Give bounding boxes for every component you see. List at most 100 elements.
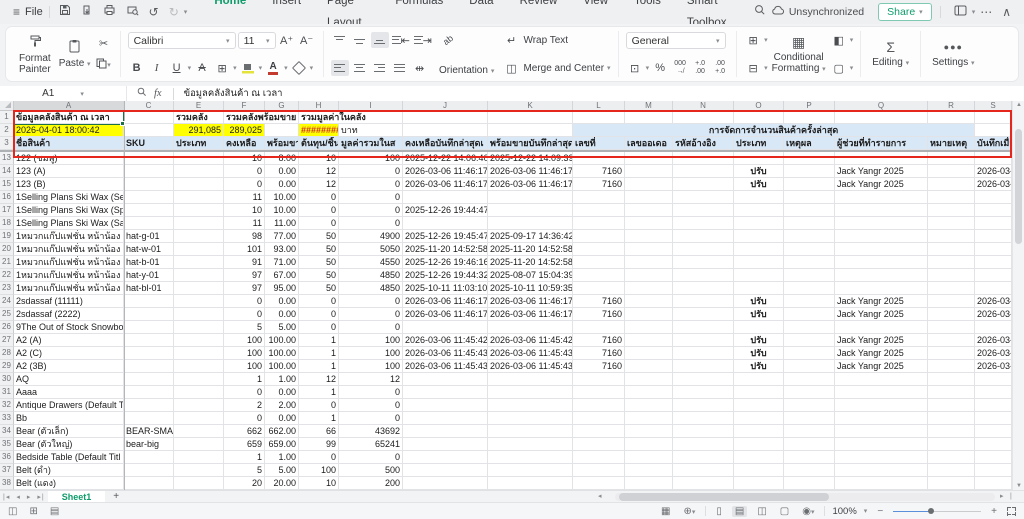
cell-qty-available[interactable]: 659.00 (265, 438, 299, 451)
cell-reference-code[interactable] (673, 178, 734, 191)
cell-assistant[interactable]: Jack Yangr 2025 (835, 295, 928, 308)
cell-qty-last-saved[interactable] (403, 399, 488, 412)
cell-product-name[interactable]: Belt (แดง) (14, 477, 124, 490)
cell-qty-on-hand[interactable]: 91 (224, 256, 265, 269)
layout-panel-icon[interactable] (954, 0, 967, 24)
row-header-33[interactable]: 33 (0, 412, 14, 425)
cell-available-last-saved[interactable]: 2025-11-20 14:52:58 (488, 243, 573, 256)
cell-reference-code[interactable] (673, 477, 734, 490)
cell-field-header[interactable]: บันทึกเมื่อ (975, 137, 1012, 150)
cell-qty-on-hand[interactable]: 0 (224, 295, 265, 308)
cell-qty-available[interactable]: 662.00 (265, 425, 299, 438)
cell-order-number[interactable] (625, 451, 673, 464)
align-middle-icon[interactable] (351, 32, 369, 48)
cell-qty-on-hand[interactable]: 659 (224, 438, 265, 451)
cell-available-last-saved[interactable] (488, 438, 573, 451)
cell-assistant[interactable] (835, 399, 928, 412)
cell-category[interactable] (174, 451, 224, 464)
cell-total-value-overflow[interactable]: ########## (299, 124, 339, 137)
cell-reason[interactable] (784, 386, 835, 399)
cell-category[interactable] (174, 334, 224, 347)
align-left-icon[interactable] (331, 60, 349, 76)
table-style-dropdown-icon[interactable]: ▾ (850, 36, 854, 44)
row-header-18[interactable]: 18 (0, 217, 14, 230)
cell-qty-last-saved[interactable] (403, 321, 488, 334)
cell[interactable] (573, 111, 625, 124)
cell-field-header[interactable]: หมายเหตุ (928, 137, 975, 150)
cell-reference-code[interactable] (673, 438, 734, 451)
cell-reason[interactable] (784, 347, 835, 360)
settings-button[interactable]: ●●● Settings ▾ (928, 32, 978, 76)
row-header-32[interactable]: 32 (0, 399, 14, 412)
cell-category[interactable] (174, 308, 224, 321)
cell-qty-available[interactable]: 20.00 (265, 477, 299, 490)
cell-saved-at[interactable] (975, 477, 1012, 490)
cell-reason[interactable] (784, 373, 835, 386)
cell-available-last-saved[interactable] (488, 373, 573, 386)
cell-adjustment-type[interactable] (734, 282, 784, 295)
borders-icon[interactable]: ⊞ (213, 60, 231, 76)
cell-reason[interactable] (784, 256, 835, 269)
cell-note[interactable] (928, 464, 975, 477)
scroll-down-icon[interactable]: ▼ (1013, 483, 1024, 489)
cell-doc-number[interactable] (573, 477, 625, 490)
page-layout-view-icon[interactable]: ◫ (754, 506, 769, 517)
cell[interactable] (488, 111, 573, 124)
cell-qty-last-saved[interactable]: 2026-03-06 11:45:42 (403, 334, 488, 347)
cell-sku[interactable] (124, 191, 174, 204)
cell-reference-code[interactable] (673, 230, 734, 243)
cell-reference-code[interactable] (673, 282, 734, 295)
cell-product-name[interactable]: 1หมวกแก๊ปแฟชั่น หน้าน้อง (14, 282, 124, 295)
row-header-27[interactable]: 27 (0, 334, 14, 347)
cell-adjustment-type[interactable]: ปรับ (734, 308, 784, 321)
cell-stats-icon[interactable]: ⊞ (29, 506, 37, 517)
cell-available-last-saved[interactable] (488, 386, 573, 399)
cell-reference-code[interactable] (673, 308, 734, 321)
cell-qty-on-hand[interactable]: 662 (224, 425, 265, 438)
cell-reference-code[interactable] (673, 165, 734, 178)
cell-cost-per-unit[interactable]: 12 (299, 165, 339, 178)
cell-reason[interactable] (784, 295, 835, 308)
align-center-icon[interactable] (351, 60, 369, 76)
cell-assistant[interactable] (835, 386, 928, 399)
cell-note[interactable] (928, 347, 975, 360)
cell-cost-per-unit[interactable]: 66 (299, 425, 339, 438)
cell-cost-per-unit[interactable]: 0 (299, 399, 339, 412)
cell-reference-code[interactable] (673, 451, 734, 464)
more-options-icon[interactable]: ⋯ (980, 0, 992, 24)
cell-reason[interactable] (784, 282, 835, 295)
cell-doc-number[interactable] (573, 152, 625, 165)
cell-sku[interactable] (124, 347, 174, 360)
cell-available-last-saved[interactable]: 2026-03-06 11:46:17 (488, 178, 573, 191)
cell-reference-code[interactable] (673, 425, 734, 438)
insert-cells-icon[interactable]: ⊞ (744, 32, 762, 48)
cell-sku[interactable] (124, 477, 174, 490)
cell-total-value-label[interactable]: รวมมูลค่าในคลัง (299, 111, 403, 124)
search-icon[interactable] (754, 0, 766, 24)
cell-product-name[interactable]: Bb (14, 412, 124, 425)
formula-input[interactable]: ข้อมูลคลังสินค้า ณ เวลา (184, 86, 283, 101)
format-painter-button[interactable]: Format Painter (15, 32, 55, 76)
cell-cost-per-unit[interactable]: 0 (299, 308, 339, 321)
cell-product-name[interactable]: 2sdassaf (11111) (14, 295, 124, 308)
wrap-text-button[interactable]: ↵Wrap Text (502, 32, 610, 48)
row-header-17[interactable]: 17 (0, 204, 14, 217)
cell-stock-value[interactable]: 0 (339, 217, 403, 230)
cell-reason[interactable] (784, 451, 835, 464)
justify-icon[interactable] (391, 60, 409, 76)
cell-adjustment-type[interactable] (734, 152, 784, 165)
cell-reference-code[interactable] (673, 269, 734, 282)
italic-button[interactable]: I (148, 60, 166, 76)
cell[interactable] (403, 111, 488, 124)
cell-qty-available[interactable]: 100.00 (265, 360, 299, 373)
font-family-select[interactable]: Calibri▾ (128, 32, 236, 49)
cell-field-header[interactable]: พร้อมขาย (265, 137, 299, 150)
cell-adjustment-type[interactable] (734, 438, 784, 451)
cell-order-number[interactable] (625, 438, 673, 451)
cell-qty-last-saved[interactable]: 2026-03-06 11:45:43 (403, 347, 488, 360)
cell-order-number[interactable] (625, 347, 673, 360)
cell-adjustment-type[interactable]: ปรับ (734, 165, 784, 178)
horizontal-scroll-thumb[interactable] (619, 493, 829, 501)
cell-qty-last-saved[interactable] (403, 477, 488, 490)
cell-sku[interactable] (124, 204, 174, 217)
